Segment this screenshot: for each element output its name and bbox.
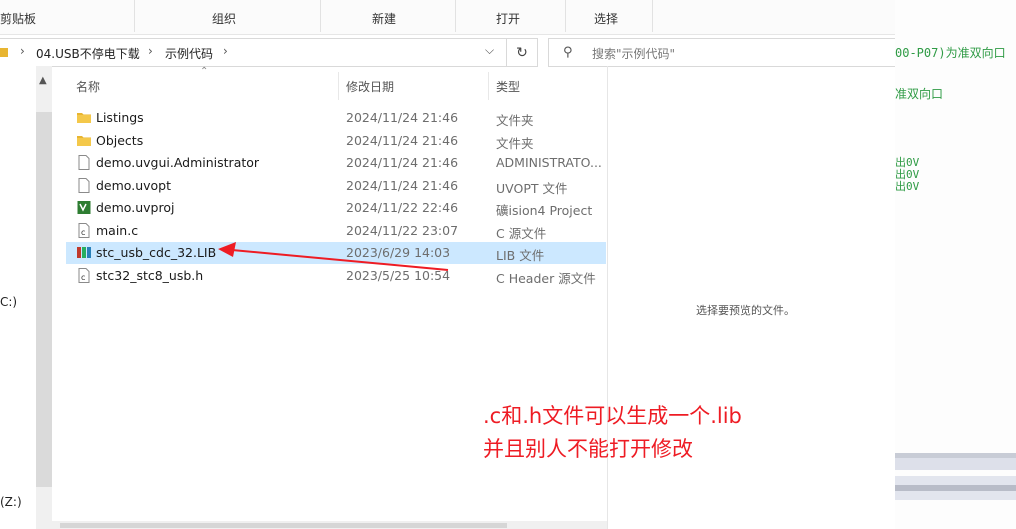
- sort-up-icon: ⌃: [200, 66, 209, 77]
- breadcrumb-item[interactable]: 04.USB不停电下载: [36, 45, 140, 62]
- file-type: 文件夹: [496, 135, 534, 151]
- column-divider[interactable]: [338, 72, 339, 100]
- column-header-date[interactable]: 修改日期: [346, 78, 394, 95]
- background-window-bar: [895, 485, 1016, 491]
- file-date: 2024/11/22 23:07: [346, 222, 459, 238]
- column-header-type[interactable]: 类型: [496, 78, 520, 95]
- ribbon-group-new[interactable]: 新建: [372, 10, 396, 27]
- file-date: 2023/6/29 14:03: [346, 245, 451, 260]
- file-type: C Header 源文件: [496, 270, 596, 286]
- search-input[interactable]: ⚲ 搜索"示例代码": [548, 38, 897, 67]
- breadcrumb-chevron-icon[interactable]: ›: [223, 44, 228, 58]
- svg-text:c: c: [81, 273, 85, 282]
- file-date: 2024/11/24 21:46: [346, 155, 459, 170]
- navigation-scrollbar-thumb[interactable]: [36, 112, 52, 487]
- file-date: 2023/5/25 10:54: [346, 267, 451, 283]
- file-date: 2024/11/24 21:46: [346, 132, 459, 148]
- ribbon: 剪贴板 组织 新建 打开 选择: [0, 0, 895, 35]
- preview-message: 选择要预览的文件。: [696, 304, 795, 317]
- file-date: 2024/11/24 21:46: [346, 177, 459, 193]
- background-code-window: 00-P07)为准双向口 准双向口 出0V 出0V 出0V: [895, 0, 1016, 529]
- folder-icon: [77, 110, 91, 125]
- annotation-text: .c和.h文件可以生成一个.lib 并且别人不能打开修改: [483, 400, 742, 466]
- code-line: 准双向口: [895, 87, 944, 101]
- file-row[interactable]: demo.uvgui.Administrator 2024/11/24 21:46…: [66, 152, 606, 174]
- file-name: stc32_stc8_usb.h: [96, 267, 204, 283]
- code-line: 00-P07)为准双向口: [895, 46, 1006, 60]
- background-window-bar: [895, 458, 1016, 470]
- address-row: › 04.USB不停电下载 › 示例代码 › ⌵ ↻ ⚲ 搜索"示例代码": [0, 34, 897, 67]
- search-icon: ⚲: [563, 45, 573, 60]
- file-row[interactable]: Objects 2024/11/24 21:46 文件夹: [66, 130, 606, 152]
- ribbon-group-select[interactable]: 选择: [594, 10, 618, 27]
- file-type: ADMINISTRATO...: [496, 155, 602, 170]
- file-row[interactable]: c stc32_stc8_usb.h 2023/5/25 10:54 C Header…: [66, 265, 606, 287]
- search-placeholder: 搜索"示例代码": [592, 47, 676, 61]
- file-name: Listings: [96, 110, 144, 125]
- file-row[interactable]: c main.c 2024/11/22 23:07 C 源文件: [66, 220, 606, 242]
- file-type: 文件夹: [496, 113, 534, 128]
- horizontal-scrollbar-thumb[interactable]: [60, 523, 507, 528]
- folder-icon: [77, 133, 91, 148]
- ribbon-divider: [565, 0, 566, 32]
- folder-icon: [0, 48, 8, 57]
- file-name: demo.uvproj: [96, 200, 175, 215]
- ribbon-group-open[interactable]: 打开: [496, 10, 520, 27]
- breadcrumb-chevron-icon: ›: [148, 44, 153, 58]
- code-line: 出0V: [895, 180, 920, 193]
- file-date: 2024/11/24 21:46: [346, 110, 459, 125]
- ribbon-group-organize[interactable]: 组织: [212, 10, 236, 27]
- keil-project-icon: [77, 200, 91, 215]
- file-row[interactable]: demo.uvopt 2024/11/24 21:46 UVOPT 文件: [66, 175, 606, 197]
- column-divider[interactable]: [488, 72, 489, 100]
- chevron-down-icon[interactable]: ⌵: [485, 43, 494, 58]
- svg-text:c: c: [81, 228, 85, 237]
- scroll-up-arrow-icon[interactable]: ▲: [39, 75, 47, 86]
- refresh-button[interactable]: ↻: [507, 38, 538, 67]
- annotation-line: .c和.h文件可以生成一个.lib: [483, 404, 742, 428]
- file-icon: [77, 155, 91, 170]
- file-date: 2024/11/22 22:46: [346, 200, 459, 215]
- lib-file-icon: [77, 245, 91, 260]
- file-icon: [77, 177, 91, 193]
- file-type: 礦ision4 Project: [496, 203, 593, 218]
- file-row[interactable]: stc_usb_cdc_32.LIB 2023/6/29 14:03 LIB 文件: [66, 242, 606, 264]
- file-name: demo.uvopt: [96, 177, 172, 193]
- ribbon-divider: [455, 0, 456, 32]
- navigation-pane: C:) (Z:): [0, 66, 36, 529]
- file-name: Objects: [96, 132, 144, 148]
- ribbon-group-clipboard[interactable]: 剪贴板: [0, 10, 36, 27]
- column-header-name[interactable]: 名称: [76, 78, 100, 95]
- nav-item-drive-c[interactable]: C:): [0, 295, 17, 309]
- file-type: UVOPT 文件: [496, 180, 568, 196]
- file-type: C 源文件: [496, 225, 547, 241]
- annotation-line: 并且别人不能打开修改: [483, 437, 693, 461]
- file-name: stc_usb_cdc_32.LIB: [96, 245, 217, 260]
- file-row[interactable]: Listings 2024/11/24 21:46 文件夹: [66, 107, 606, 129]
- file-type: LIB 文件: [496, 248, 545, 263]
- file-name: demo.uvgui.Administrator: [96, 155, 260, 170]
- c-file-icon: c: [77, 267, 91, 283]
- nav-item-drive-z[interactable]: (Z:): [0, 495, 22, 509]
- address-bar[interactable]: › 04.USB不停电下载 › 示例代码 › ⌵: [0, 38, 507, 67]
- refresh-icon: ↻: [516, 44, 528, 61]
- breadcrumb-item[interactable]: 示例代码: [165, 45, 213, 62]
- file-name: main.c: [96, 222, 139, 238]
- breadcrumb-chevron-icon: ›: [20, 44, 25, 58]
- ribbon-divider: [320, 0, 321, 32]
- file-row[interactable]: demo.uvproj 2024/11/22 22:46 礦ision4 Proje…: [66, 197, 606, 219]
- c-file-icon: c: [77, 222, 91, 238]
- ribbon-divider: [652, 0, 653, 32]
- ribbon-divider: [134, 0, 135, 32]
